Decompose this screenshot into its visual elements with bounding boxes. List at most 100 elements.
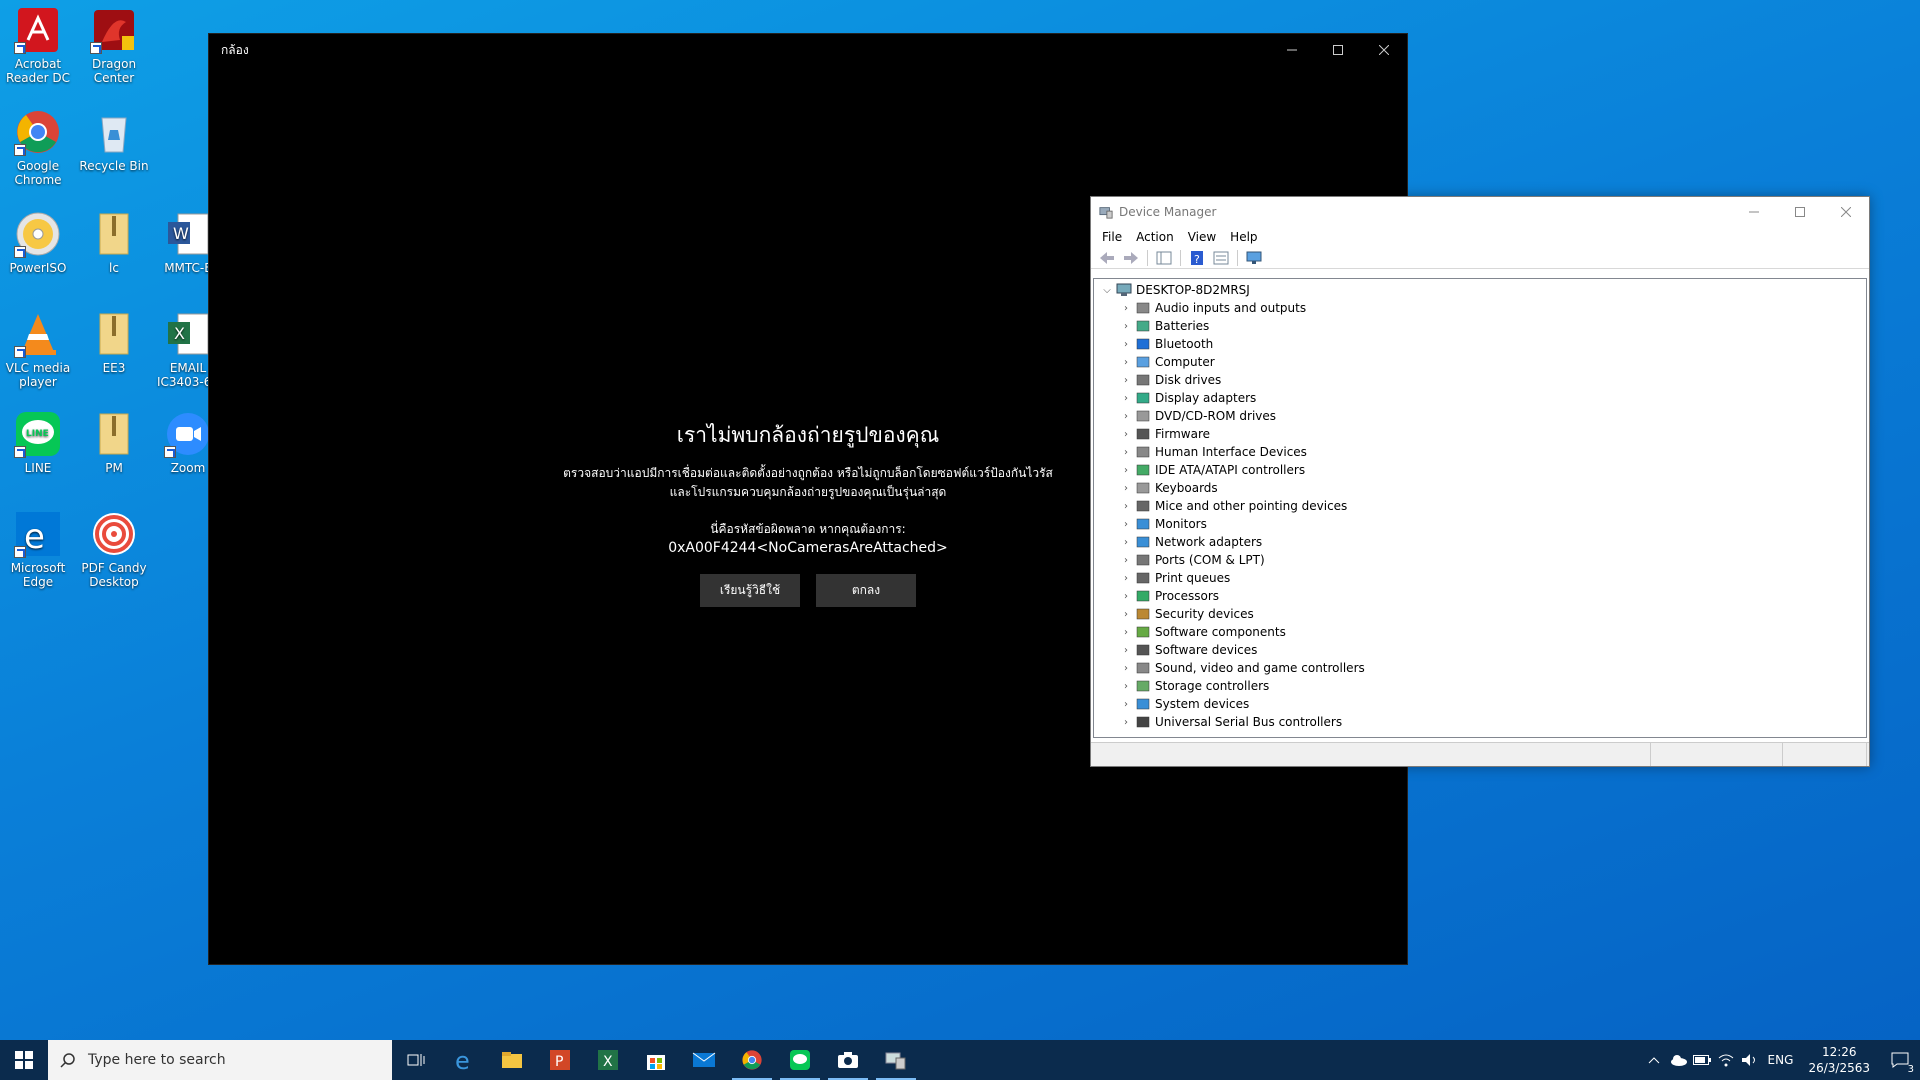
tree-item-processors[interactable]: › Processors bbox=[1094, 587, 1866, 605]
tree-item-storage-controllers[interactable]: › Storage controllers bbox=[1094, 677, 1866, 695]
chevron-right-icon[interactable]: › bbox=[1119, 609, 1133, 620]
show-hidden-icons-button[interactable] bbox=[1642, 1040, 1666, 1080]
tree-item-sound-video-and-game-controllers[interactable]: › Sound, video and game controllers bbox=[1094, 659, 1866, 677]
desktop-icon-acrobat[interactable]: Acrobat Reader DC bbox=[0, 6, 78, 85]
menu-file[interactable]: File bbox=[1095, 230, 1129, 244]
tree-item-print-queues[interactable]: › Print queues bbox=[1094, 569, 1866, 587]
tree-item-disk-drives[interactable]: › Disk drives bbox=[1094, 371, 1866, 389]
action-center-button[interactable]: 3 bbox=[1880, 1040, 1920, 1080]
desktop-icon-chrome[interactable]: Google Chrome bbox=[0, 108, 78, 187]
taskbar-device-manager[interactable] bbox=[872, 1040, 920, 1080]
back-button[interactable] bbox=[1097, 249, 1117, 267]
tree-item-software-devices[interactable]: › Software devices bbox=[1094, 641, 1866, 659]
tree-item-security-devices[interactable]: › Security devices bbox=[1094, 605, 1866, 623]
taskbar-powerpoint[interactable]: P bbox=[536, 1040, 584, 1080]
desktop-icon-edge[interactable]: e Microsoft Edge bbox=[0, 510, 78, 589]
tree-item-firmware[interactable]: › Firmware bbox=[1094, 425, 1866, 443]
chevron-right-icon[interactable]: › bbox=[1119, 717, 1133, 728]
taskbar-edge[interactable]: e bbox=[440, 1040, 488, 1080]
taskbar-store[interactable] bbox=[632, 1040, 680, 1080]
tree-item-software-components[interactable]: › Software components bbox=[1094, 623, 1866, 641]
chevron-down-icon[interactable]: ⌵ bbox=[1100, 285, 1114, 296]
tree-item-system-devices[interactable]: › System devices bbox=[1094, 695, 1866, 713]
maximize-button[interactable] bbox=[1315, 34, 1361, 66]
taskbar-excel[interactable]: X bbox=[584, 1040, 632, 1080]
minimize-button[interactable] bbox=[1731, 197, 1777, 227]
tree-item-computer[interactable]: › Computer bbox=[1094, 353, 1866, 371]
forward-button[interactable] bbox=[1121, 249, 1141, 267]
taskbar-search-box[interactable]: Type here to search bbox=[48, 1040, 392, 1080]
properties-button[interactable] bbox=[1211, 249, 1231, 267]
close-button[interactable] bbox=[1823, 197, 1869, 227]
chevron-right-icon[interactable]: › bbox=[1119, 591, 1133, 602]
chevron-right-icon[interactable]: › bbox=[1119, 555, 1133, 566]
chevron-right-icon[interactable]: › bbox=[1119, 483, 1133, 494]
volume-tray[interactable] bbox=[1738, 1040, 1762, 1080]
chevron-right-icon[interactable]: › bbox=[1119, 519, 1133, 530]
tree-item-dvd-cd-rom-drives[interactable]: › DVD/CD-ROM drives bbox=[1094, 407, 1866, 425]
learn-more-button[interactable]: เรียนรู้วิธีใช้ bbox=[700, 574, 800, 607]
onedrive-tray[interactable] bbox=[1666, 1040, 1690, 1080]
chevron-right-icon[interactable]: › bbox=[1119, 447, 1133, 458]
desktop-icon-ee3[interactable]: EE3 bbox=[74, 310, 154, 375]
chevron-right-icon[interactable]: › bbox=[1119, 699, 1133, 710]
tree-item-universal-serial-bus-controllers[interactable]: › Universal Serial Bus controllers bbox=[1094, 713, 1866, 731]
chevron-right-icon[interactable]: › bbox=[1119, 663, 1133, 674]
chevron-right-icon[interactable]: › bbox=[1119, 321, 1133, 332]
desktop-icon-lc[interactable]: lc bbox=[74, 210, 154, 275]
taskbar-file-explorer[interactable] bbox=[488, 1040, 536, 1080]
battery-tray[interactable] bbox=[1690, 1040, 1714, 1080]
input-language[interactable]: ENG bbox=[1762, 1040, 1798, 1080]
help-button[interactable]: ? bbox=[1187, 249, 1207, 267]
chevron-right-icon[interactable]: › bbox=[1119, 429, 1133, 440]
minimize-button[interactable] bbox=[1269, 34, 1315, 66]
scan-hardware-button[interactable] bbox=[1244, 249, 1264, 267]
tree-item-batteries[interactable]: › Batteries bbox=[1094, 317, 1866, 335]
menu-help[interactable]: Help bbox=[1223, 230, 1264, 244]
task-view-button[interactable] bbox=[392, 1040, 440, 1080]
start-button[interactable] bbox=[0, 1040, 48, 1080]
desktop-icon-dragon-center[interactable]: Dragon Center bbox=[74, 6, 154, 85]
chevron-right-icon[interactable]: › bbox=[1119, 465, 1133, 476]
chevron-right-icon[interactable]: › bbox=[1119, 303, 1133, 314]
chevron-right-icon[interactable]: › bbox=[1119, 339, 1133, 350]
tree-item-network-adapters[interactable]: › Network adapters bbox=[1094, 533, 1866, 551]
tree-item-bluetooth[interactable]: › Bluetooth bbox=[1094, 335, 1866, 353]
menu-view[interactable]: View bbox=[1181, 230, 1223, 244]
desktop-icon-pm[interactable]: PM bbox=[74, 410, 154, 475]
tree-item-display-adapters[interactable]: › Display adapters bbox=[1094, 389, 1866, 407]
taskbar-mail[interactable] bbox=[680, 1040, 728, 1080]
taskbar-line[interactable] bbox=[776, 1040, 824, 1080]
tree-item-ide-ata-atapi-controllers[interactable]: › IDE ATA/ATAPI controllers bbox=[1094, 461, 1866, 479]
clock[interactable]: 12:26 26/3/2563 bbox=[1798, 1044, 1880, 1076]
desktop-icon-recycle-bin[interactable]: Recycle Bin bbox=[74, 108, 154, 173]
chevron-right-icon[interactable]: › bbox=[1119, 645, 1133, 656]
chevron-right-icon[interactable]: › bbox=[1119, 681, 1133, 692]
chevron-right-icon[interactable]: › bbox=[1119, 375, 1133, 386]
chevron-right-icon[interactable]: › bbox=[1119, 627, 1133, 638]
tree-item-audio-inputs-and-outputs[interactable]: › Audio inputs and outputs bbox=[1094, 299, 1866, 317]
tree-item-keyboards[interactable]: › Keyboards bbox=[1094, 479, 1866, 497]
desktop-icon-vlc[interactable]: VLC media player bbox=[0, 310, 78, 389]
close-button[interactable] bbox=[1361, 34, 1407, 66]
tree-item-mice-and-other-pointing-devices[interactable]: › Mice and other pointing devices bbox=[1094, 497, 1866, 515]
maximize-button[interactable] bbox=[1777, 197, 1823, 227]
device-manager-titlebar[interactable]: Device Manager bbox=[1091, 197, 1869, 227]
desktop-icon-poweriso[interactable]: PowerISO bbox=[0, 210, 78, 275]
tree-item-human-interface-devices[interactable]: › Human Interface Devices bbox=[1094, 443, 1866, 461]
desktop-icon-line[interactable]: LINE LINE bbox=[0, 410, 78, 475]
tree-item-monitors[interactable]: › Monitors bbox=[1094, 515, 1866, 533]
menu-action[interactable]: Action bbox=[1129, 230, 1181, 244]
show-hide-console-tree-button[interactable] bbox=[1154, 249, 1174, 267]
chevron-right-icon[interactable]: › bbox=[1119, 501, 1133, 512]
camera-titlebar[interactable]: กล้อง bbox=[209, 34, 1407, 66]
network-tray[interactable] bbox=[1714, 1040, 1738, 1080]
desktop-icon-pdf-candy[interactable]: PDF Candy Desktop bbox=[74, 510, 154, 589]
chevron-right-icon[interactable]: › bbox=[1119, 411, 1133, 422]
tree-item-ports-com-lpt[interactable]: › Ports (COM & LPT) bbox=[1094, 551, 1866, 569]
taskbar-camera[interactable] bbox=[824, 1040, 872, 1080]
chevron-right-icon[interactable]: › bbox=[1119, 357, 1133, 368]
chevron-right-icon[interactable]: › bbox=[1119, 573, 1133, 584]
chevron-right-icon[interactable]: › bbox=[1119, 537, 1133, 548]
chevron-right-icon[interactable]: › bbox=[1119, 393, 1133, 404]
